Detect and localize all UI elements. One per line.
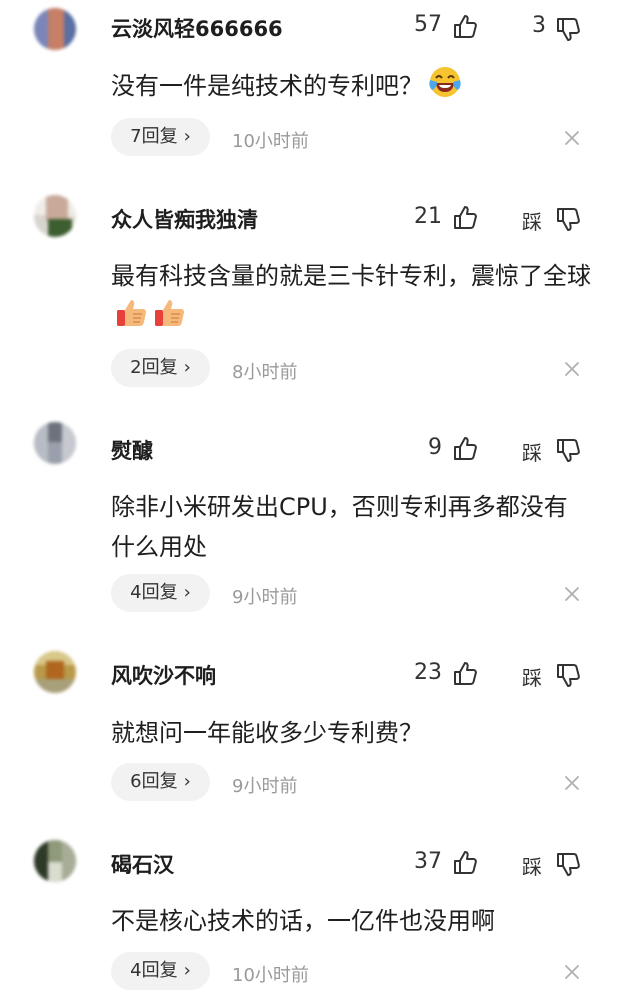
close-icon[interactable] — [562, 773, 582, 793]
thumb-up-icon[interactable] — [452, 436, 478, 462]
thumb-up-icon[interactable] — [452, 205, 478, 231]
reply-count-button[interactable]: 7回复 › — [111, 118, 210, 156]
username[interactable]: 众人皆痴我独清 — [111, 204, 258, 234]
reply-count-button[interactable]: 4回复 › — [111, 574, 210, 612]
close-icon[interactable] — [562, 584, 582, 604]
comment-text-body: 没有一件是纯技术的专利吧？ — [111, 72, 423, 100]
thumb-up-icon[interactable] — [452, 14, 478, 40]
thumb-up-icon[interactable] — [452, 661, 478, 687]
username[interactable]: 风吹沙不响 — [111, 660, 216, 690]
thumb-up-icon[interactable] — [452, 850, 478, 876]
thumbs-up-emoji-icon — [115, 296, 149, 342]
timestamp: 9小时前 — [232, 587, 298, 608]
dislike-label: 踩 — [522, 210, 542, 234]
like-count: 57 — [414, 12, 442, 37]
reply-count-label: 4回复 — [130, 960, 178, 981]
close-icon[interactable] — [562, 128, 582, 148]
like-count: 37 — [414, 849, 442, 874]
timestamp: 10小时前 — [232, 131, 309, 152]
comment-text: 没有一件是纯技术的专利吧？ — [111, 64, 591, 112]
username[interactable]: 云淡风轻666666 — [111, 13, 283, 43]
timestamp: 10小时前 — [232, 965, 309, 986]
reply-count-button[interactable]: 6回复 › — [111, 763, 210, 801]
dislike-label: 踩 — [522, 441, 542, 465]
avatar[interactable] — [34, 651, 76, 693]
avatar[interactable] — [34, 840, 76, 882]
close-icon[interactable] — [562, 962, 582, 982]
reply-count-label: 7回复 — [130, 126, 178, 147]
close-icon[interactable] — [562, 359, 582, 379]
comment-text: 除非小米研发出CPU，否则专利再多都没有什么用处 — [111, 493, 568, 561]
chevron-right-icon: › — [183, 960, 191, 981]
comment-text-body: 最有科技含量的就是三卡针专利，震惊了全球 — [111, 262, 591, 290]
timestamp: 9小时前 — [232, 776, 298, 797]
thumb-down-icon[interactable] — [555, 16, 581, 42]
like-count: 23 — [414, 660, 442, 685]
reply-count-label: 6回复 — [130, 771, 178, 792]
reply-count-button[interactable]: 4回复 › — [111, 952, 210, 990]
reply-count-label: 2回复 — [130, 357, 178, 378]
username[interactable]: 碣石汉 — [111, 849, 174, 879]
comment-text: 就想问一年能收多少专利费？ — [111, 719, 423, 747]
thumb-down-icon[interactable] — [555, 206, 581, 232]
timestamp: 8小时前 — [232, 362, 298, 383]
username[interactable]: 熨醵 — [111, 435, 153, 465]
chevron-right-icon: › — [183, 357, 191, 378]
chevron-right-icon: › — [183, 126, 191, 147]
chevron-right-icon: › — [183, 582, 191, 603]
comment-text: 最有科技含量的就是三卡针专利，震惊了全球 — [111, 256, 591, 342]
like-count: 21 — [414, 204, 442, 229]
crying-laughing-emoji-icon — [427, 64, 463, 112]
thumb-down-icon[interactable] — [555, 437, 581, 463]
dislike-label: 踩 — [522, 666, 542, 690]
reply-count-button[interactable]: 2回复 › — [111, 349, 210, 387]
thumb-down-icon[interactable] — [555, 662, 581, 688]
dislike-label: 踩 — [522, 855, 542, 879]
comment-text: 不是核心技术的话，一亿件也没用啊 — [111, 907, 495, 935]
avatar[interactable] — [34, 195, 76, 237]
chevron-right-icon: › — [183, 771, 191, 792]
dislike-count: 3 — [532, 13, 546, 38]
thumbs-up-emoji-icon — [153, 296, 187, 342]
like-count: 9 — [428, 435, 442, 460]
avatar[interactable] — [34, 8, 76, 50]
reply-count-label: 4回复 — [130, 582, 178, 603]
thumb-down-icon[interactable] — [555, 851, 581, 877]
avatar[interactable] — [34, 422, 76, 464]
